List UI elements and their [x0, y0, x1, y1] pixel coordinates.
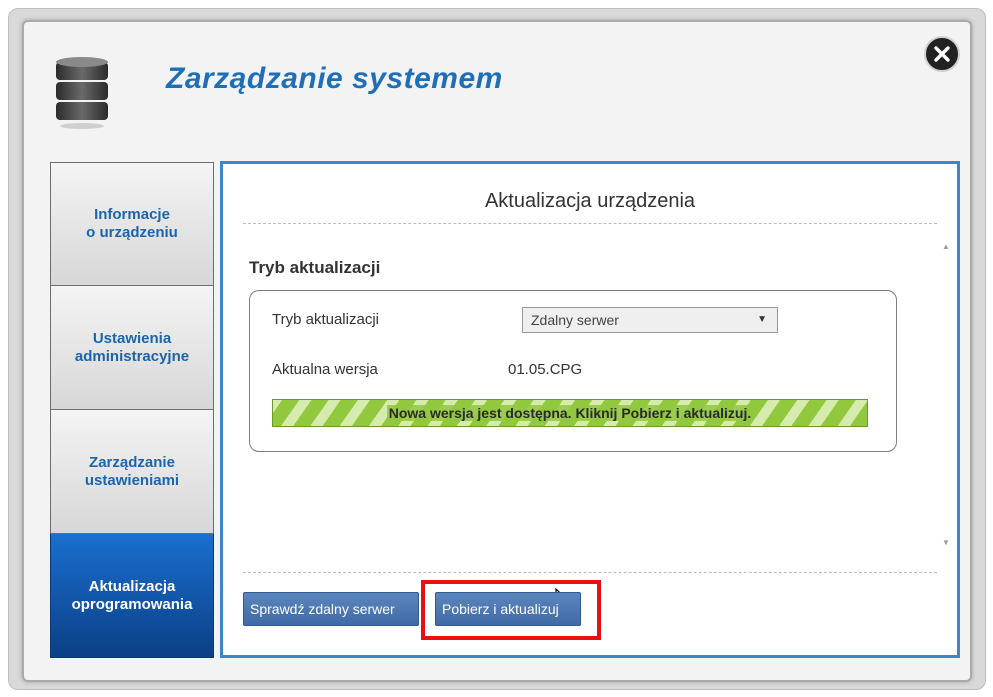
sidebar-item-admin-settings[interactable]: Ustawienia administracyjne [50, 286, 214, 410]
database-icon [52, 54, 112, 130]
panel-title: Aktualizacja urządzenia [243, 190, 937, 224]
section-heading: Tryb aktualizacji [249, 258, 381, 277]
update-panel: Aktualizacja urządzenia Tryb aktualizacj… [220, 161, 960, 658]
system-management-dialog: Zarządzanie systemem Informacje o urządz… [22, 20, 972, 682]
dialog-title: Zarządzanie systemem [166, 62, 503, 95]
sidebar-item-settings-management[interactable]: Zarządzanie ustawieniami [50, 410, 214, 534]
update-settings-box: Tryb aktualizacji Zdalny serwer ▼ Aktual… [249, 290, 897, 452]
footer-divider [243, 572, 937, 573]
red-highlight-box [421, 580, 601, 640]
chevron-down-icon: ▼ [757, 314, 767, 325]
vertical-scrollbar[interactable]: ▲ ▼ [939, 242, 953, 552]
mode-select[interactable]: Zdalny serwer ▼ [522, 307, 778, 333]
mode-select-value: Zdalny serwer [531, 312, 619, 328]
sidebar-item-device-info[interactable]: Informacje o urządzeniu [50, 162, 214, 286]
mode-label: Tryb aktualizacji [272, 311, 379, 328]
new-version-status-bar: Nowa wersja jest dostępna. Kliknij Pobie… [272, 399, 868, 427]
status-message: Nowa wersja jest dostępna. Kliknij Pobie… [386, 405, 754, 421]
close-button[interactable] [924, 36, 960, 72]
sidebar: Informacje o urządzeniu Ustawienia admin… [50, 162, 214, 658]
scroll-up-icon[interactable]: ▲ [939, 242, 953, 256]
scroll-area[interactable]: Tryb aktualizacji Tryb aktualizacji Zdal… [243, 240, 939, 611]
close-icon [934, 46, 950, 62]
check-remote-server-button[interactable]: Sprawdź zdalny serwer [243, 592, 419, 626]
sidebar-item-label: Aktualizacja oprogramowania [71, 577, 193, 613]
sidebar-item-label: Zarządzanie ustawieniami [84, 453, 180, 489]
sidebar-item-label: Ustawienia administracyjne [74, 329, 190, 365]
sidebar-item-label: Informacje o urządzeniu [86, 206, 178, 241]
sidebar-item-firmware-update[interactable]: Aktualizacja oprogramowania [50, 534, 214, 658]
version-value: 01.05.CPG [508, 361, 601, 378]
scroll-down-icon[interactable]: ▼ [939, 538, 953, 552]
version-label: Aktualna wersja [272, 361, 378, 378]
